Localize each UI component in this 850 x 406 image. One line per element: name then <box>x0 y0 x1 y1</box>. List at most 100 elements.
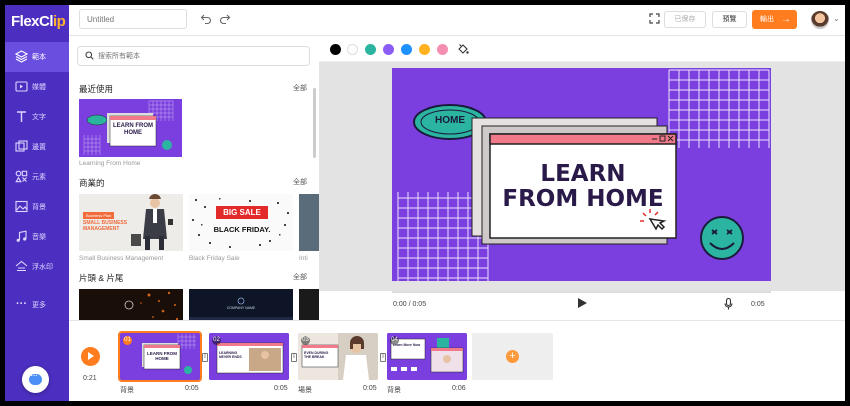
template-library: 最近使用 全部 LEARN FROM HOME Learning From Ho… <box>69 36 319 320</box>
fullscreen-icon[interactable] <box>649 13 660 26</box>
scene-canvas[interactable]: HOME LEARN FROM HOME <box>392 68 771 281</box>
search-input[interactable] <box>98 49 298 63</box>
app-window: FlexClip 範本 媒體 文字 邊置 元素 背景 音樂 浮水印 ··· 更多… <box>5 5 845 401</box>
color-swatch-blue[interactable] <box>401 44 412 55</box>
sidebar-item-overlay[interactable]: 邊置 <box>5 132 69 162</box>
progress-bar[interactable] <box>392 291 771 293</box>
clip-number-badge: 01 <box>123 336 132 345</box>
clip-number-badge: 03 <box>301 336 310 345</box>
clip-title: LEARN FROM HOME <box>147 351 177 361</box>
music-icon <box>15 230 28 243</box>
template-thumbnail-fire-intro[interactable] <box>79 289 183 320</box>
sidebar-item-elements[interactable]: 元素 <box>5 162 69 192</box>
color-toolbar <box>319 36 845 62</box>
search-icon <box>85 51 94 62</box>
preview-button[interactable]: 預覽 <box>712 11 747 28</box>
avatar[interactable] <box>811 11 829 29</box>
color-swatch-yellow[interactable] <box>419 44 430 55</box>
thumbnail-title: COMPANY NAME <box>226 306 256 310</box>
color-swatch-purple[interactable] <box>383 44 394 55</box>
time-display: 0:00 / 0:05 <box>393 301 427 308</box>
sidebar-item-text[interactable]: 文字 <box>5 102 69 132</box>
thumbnail-title: SMALL BUSINESS MANAGEMENT <box>83 220 128 232</box>
clip-label: 場景 <box>298 387 312 394</box>
template-caption: Inti <box>299 255 308 262</box>
text-icon <box>15 110 28 123</box>
color-swatch-teal[interactable] <box>365 44 376 55</box>
template-thumbnail-company-intro[interactable]: COMPANY NAME <box>189 289 293 320</box>
background-icon <box>15 200 28 213</box>
sidebar-item-background[interactable]: 背景 <box>5 192 69 222</box>
section-title-intro-outro: 片頭 & 片尾 <box>79 273 124 283</box>
template-thumbnail-small-business[interactable]: Business Plan SMALL BUSINESS MANAGEMENT <box>79 194 183 251</box>
arrow-right-icon: → <box>781 14 791 25</box>
sidebar-item-music[interactable]: 音樂 <box>5 222 69 252</box>
watermark-icon <box>15 260 28 273</box>
clip-title: EVEN DURING THE BREAK <box>304 351 329 359</box>
sidebar-item-templates[interactable]: 範本 <box>5 42 69 72</box>
microphone-icon[interactable] <box>724 297 733 313</box>
logo[interactable]: FlexClip <box>11 13 66 30</box>
sidebar-item-watermark[interactable]: 浮水印 <box>5 252 69 282</box>
clip-duration: 0:06 <box>452 385 466 392</box>
play-icon[interactable] <box>578 298 587 308</box>
timeline-clip[interactable]: 04 Learn More Now <box>387 333 467 380</box>
sidebar: FlexClip 範本 媒體 文字 邊置 元素 背景 音樂 浮水印 ··· 更多… <box>5 5 69 401</box>
more-icon: ··· <box>16 298 27 310</box>
template-thumbnail-learning[interactable]: LEARN FROM HOME <box>79 99 182 157</box>
thumbnail-title: BIG SALE <box>223 208 261 217</box>
headline-line-2: FROM HOME <box>502 186 664 212</box>
layers-icon <box>14 50 29 63</box>
template-thumbnail-black-friday[interactable]: BIG SALE BLACK FRIDAY. <box>189 194 293 251</box>
clip-label: 背景 <box>387 387 401 394</box>
thumbnail-subtitle: BLACK FRIDAY. <box>213 225 271 234</box>
color-swatch-black[interactable] <box>330 44 341 55</box>
project-title-input[interactable] <box>79 9 187 29</box>
timeline-clip[interactable]: 03 EVEN DURING THE BREAK <box>298 333 378 380</box>
clip-number-badge: 02 <box>212 336 221 345</box>
template-caption: Black Friday Sale <box>189 255 240 262</box>
see-all-intro-link[interactable]: 全部 <box>293 272 307 282</box>
paint-bucket-icon[interactable] <box>457 43 469 58</box>
thumbnail-tag: Business Plan <box>83 212 115 219</box>
player-controls: 0:00 / 0:05 0:05 <box>319 291 845 320</box>
color-swatch-pink[interactable] <box>437 44 448 55</box>
clip-title: Learn More Now <box>393 343 421 347</box>
preview-stage: HOME LEARN FROM HOME 0:00 / 0:05 0:05 <box>319 62 845 320</box>
clip-duration: 0:05 <box>185 385 199 392</box>
section-title-recent: 最近使用 <box>79 84 114 94</box>
headline-line-1: LEARN <box>540 161 626 187</box>
template-thumbnail-partial[interactable] <box>299 194 319 251</box>
timeline-clip[interactable]: 02 LEARNING NEVER ENDS <box>209 333 289 380</box>
transition-icon[interactable]: Ⅰ <box>291 353 297 362</box>
sidebar-item-more[interactable]: ··· 更多 <box>5 290 69 320</box>
template-caption: Small Business Management <box>79 255 164 262</box>
export-button[interactable]: 輸出 → <box>752 10 797 29</box>
clip-duration: 0:05 <box>363 385 377 392</box>
chevron-down-icon[interactable]: ⌄ <box>833 14 840 23</box>
chat-support-button[interactable] <box>22 366 49 393</box>
see-all-business-link[interactable]: 全部 <box>293 177 307 187</box>
timeline-clip[interactable]: 01 LEARN FROM HOME <box>118 331 202 382</box>
top-bar: 已保存 預覽 輸出 → ⌄ <box>69 5 845 36</box>
transition-icon[interactable]: Ⅰ <box>202 353 208 362</box>
overlay-icon <box>15 140 28 153</box>
clip-title: LEARNING NEVER ENDS <box>219 351 242 359</box>
see-all-recent-link[interactable]: 全部 <box>293 83 307 93</box>
sidebar-item-media[interactable]: 媒體 <box>5 72 69 102</box>
media-icon <box>15 80 28 93</box>
undo-icon[interactable] <box>200 13 212 27</box>
library-scrollbar[interactable] <box>313 88 316 158</box>
timeline: 0:21 01 LEARN FROM HOME 背景 0:05 Ⅰ 02 LEA… <box>69 320 845 401</box>
template-caption: Learning From Home <box>79 160 141 167</box>
transition-icon[interactable]: Ⅰ <box>380 353 386 362</box>
export-label: 輸出 <box>760 16 774 23</box>
saved-button[interactable]: 已保存 <box>664 11 706 28</box>
plus-icon: + <box>506 350 519 363</box>
timeline-play-button[interactable] <box>81 347 100 366</box>
thumbnail-title: LEARN FROM HOME <box>113 123 153 136</box>
add-scene-button[interactable]: + <box>472 333 553 380</box>
color-swatch-white[interactable] <box>347 44 358 55</box>
template-thumbnail-partial[interactable] <box>299 289 319 320</box>
redo-icon[interactable] <box>219 13 231 27</box>
